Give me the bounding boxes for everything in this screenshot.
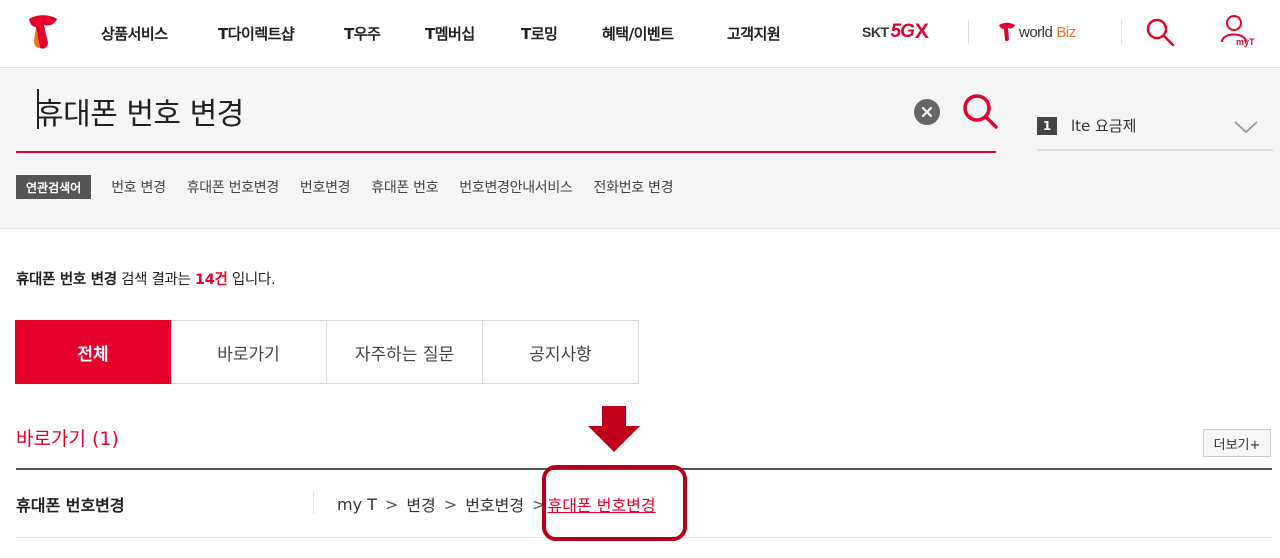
breadcrumb-separator: >	[443, 494, 458, 514]
worldbiz-world-text: world	[1019, 23, 1053, 41]
brand-skt-text: SKT	[862, 24, 889, 40]
search-submit-icon[interactable]	[960, 91, 1000, 131]
skt-5gx-logo[interactable]: SKT 5G X	[862, 20, 929, 44]
breadcrumb-item: 변경	[406, 496, 436, 515]
nav-benefits-events[interactable]: 혜택/이벤트	[602, 0, 674, 66]
header-divider	[1121, 20, 1122, 44]
breadcrumb-item: 번호변경	[465, 496, 525, 515]
related-keyword[interactable]: 휴대폰 번호변경	[187, 177, 280, 197]
worldbiz-logo[interactable]: world Biz	[998, 20, 1076, 44]
tab-shortcuts[interactable]: 바로가기	[171, 320, 327, 384]
tab-all[interactable]: 전체	[15, 320, 171, 384]
worldbiz-biz-text: Biz	[1056, 23, 1076, 41]
related-keyword[interactable]: 번호 변경	[111, 177, 166, 197]
related-keyword[interactable]: 번호변경안내서비스	[459, 177, 573, 197]
breadcrumb-separator: >	[384, 494, 399, 514]
popular-keyword-dropdown[interactable]: 1 lte 요금제	[1037, 107, 1273, 151]
worldbiz-t-icon	[999, 22, 1015, 42]
myt-label: myT	[1236, 37, 1255, 47]
clear-search-button[interactable]	[914, 99, 940, 125]
tab-faq[interactable]: 자주하는 질문	[327, 320, 483, 384]
arrow-down-icon	[588, 406, 640, 452]
global-header: 상품서비스 T다이렉트샵 T우주 T멤버십 T로밍 혜택/이벤트 고객지원 SK…	[0, 0, 1280, 68]
brand-x-text: X	[914, 20, 929, 43]
tab-notices[interactable]: 공지사항	[483, 320, 639, 384]
search-input[interactable]	[36, 85, 896, 137]
related-keywords-label: 연관검색어	[16, 175, 92, 199]
more-button[interactable]: 더보기+	[1203, 429, 1271, 457]
related-keyword[interactable]: 휴대폰 번호	[371, 177, 438, 197]
nav-tmembership[interactable]: T멤버십	[425, 0, 475, 66]
search-box	[16, 69, 998, 153]
nav-customer-support[interactable]: 고객지원	[727, 0, 781, 66]
text-cursor	[37, 89, 39, 129]
result-count: 14건	[194, 272, 228, 288]
result-title: 휴대폰 번호변경	[16, 496, 125, 515]
nav-products[interactable]: 상품서비스	[101, 0, 168, 66]
summary-tail: 입니다.	[227, 272, 276, 288]
brand-5g-text: 5G	[890, 21, 915, 42]
search-icon[interactable]	[1144, 16, 1176, 48]
section-title: 바로가기 (1)	[16, 428, 119, 450]
popular-keyword: lte 요금제	[1071, 117, 1137, 135]
highlight-annotation-box	[542, 465, 687, 541]
t-logo-icon[interactable]	[26, 13, 60, 51]
breadcrumb-item: my T	[337, 494, 377, 514]
nav-troaming[interactable]: T로밍	[521, 0, 558, 66]
result-tabs: 전체 바로가기 자주하는 질문 공지사항	[15, 320, 640, 384]
related-keyword[interactable]: 전화번호 변경	[594, 177, 674, 197]
related-keyword[interactable]: 번호변경	[300, 177, 351, 197]
nav-tuniverse[interactable]: T우주	[344, 0, 381, 66]
keyword-rank-badge: 1	[1037, 117, 1057, 135]
summary-text: 검색 결과는	[116, 272, 195, 288]
close-icon	[921, 106, 933, 118]
header-divider	[968, 20, 969, 44]
nav-tdirect-shop[interactable]: T다이렉트샵	[218, 0, 295, 66]
search-area: 1 lte 요금제 연관검색어 번호 변경 휴대폰 번호변경 번호변경 휴대폰 …	[0, 69, 1280, 229]
myt-button[interactable]: myT	[1218, 12, 1260, 52]
related-keywords: 연관검색어 번호 변경 휴대폰 번호변경 번호변경 휴대폰 번호 번호변경안내서…	[16, 175, 673, 199]
result-summary: 휴대폰 번호 변경 검색 결과는 14건 입니다.	[16, 268, 276, 289]
summary-keyword: 휴대폰 번호 변경	[16, 272, 117, 288]
chevron-down-icon	[1234, 121, 1258, 134]
column-divider	[313, 492, 314, 514]
